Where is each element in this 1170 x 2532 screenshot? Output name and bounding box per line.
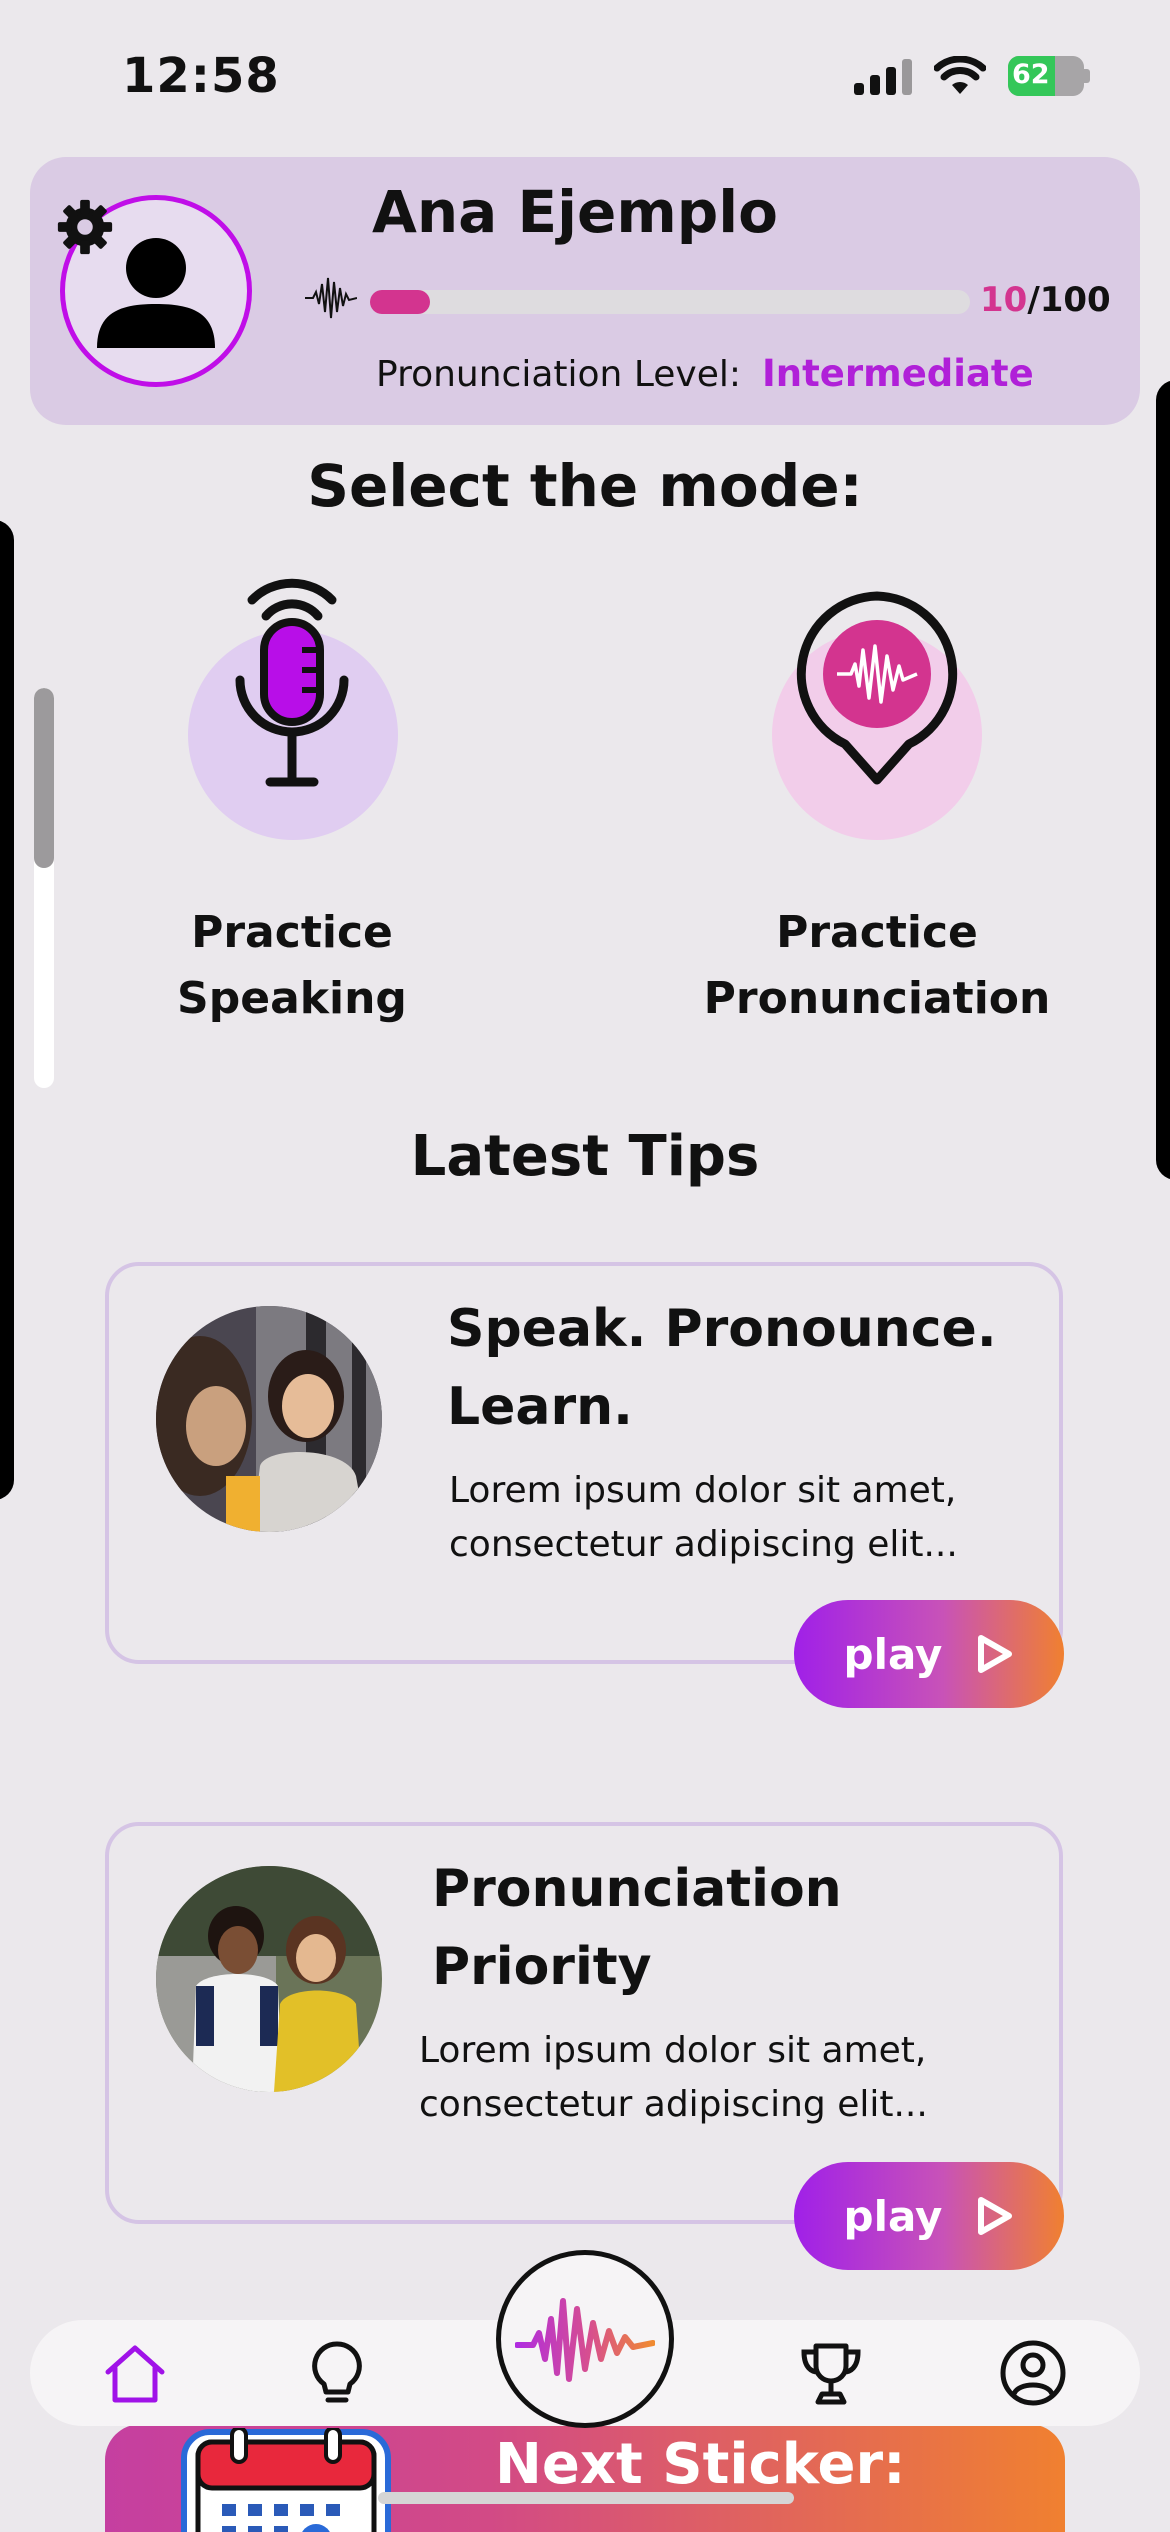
play-label: play xyxy=(843,2191,943,2241)
settings-gear-icon[interactable] xyxy=(54,196,116,258)
status-time: 12:58 xyxy=(122,48,280,104)
tips-section-title: Latest Tips xyxy=(410,1124,760,1189)
next-sticker-label: Next Sticker: xyxy=(495,2432,906,2497)
pronunciation-level-label: Pronunciation Level: xyxy=(376,354,741,395)
calendar-sticker-icon xyxy=(181,2428,391,2532)
vertical-scrollbar[interactable] xyxy=(34,688,54,1088)
tip-desc-line1: Lorem ipsum dolor sit amet, xyxy=(419,2030,927,2071)
trophy-icon[interactable] xyxy=(796,2338,866,2408)
home-icon[interactable] xyxy=(100,2338,170,2408)
mode-speaking-label-line1: Practice xyxy=(191,907,393,958)
tip-title-line2: Priority xyxy=(432,1937,652,1997)
status-indicators: 62 xyxy=(854,56,1090,96)
tip-title-line2: Learn. xyxy=(447,1377,633,1437)
tip-desc-line2: consectetur adipiscing elit... xyxy=(449,1524,958,1565)
cellular-signal-icon xyxy=(854,57,912,95)
left-edge-decoration xyxy=(0,520,14,1500)
battery-level: 62 xyxy=(1012,59,1050,90)
lightbulb-icon[interactable] xyxy=(302,2338,372,2408)
profile-icon[interactable] xyxy=(998,2338,1068,2408)
play-triangle-icon xyxy=(978,2197,1013,2235)
tip-desc-line1: Lorem ipsum dolor sit amet, xyxy=(449,1470,957,1511)
mode-section-title: Select the mode: xyxy=(307,452,863,520)
microphone-icon xyxy=(235,578,349,787)
speech-bubble-soundwave-icon xyxy=(796,591,958,785)
wifi-icon xyxy=(934,56,986,94)
pronunciation-progress-bar xyxy=(370,290,970,314)
battery-icon: 62 xyxy=(1008,56,1084,96)
pronunciation-level-value: Intermediate xyxy=(762,352,1034,395)
play-label: play xyxy=(843,1629,943,1679)
scrollbar-thumb[interactable] xyxy=(34,688,54,868)
tip-photo xyxy=(156,1306,382,1532)
progress-total: /100 xyxy=(1027,280,1111,320)
tip-photo xyxy=(156,1866,382,2092)
record-center-button[interactable] xyxy=(496,2250,674,2428)
progress-fill xyxy=(370,290,430,314)
play-button[interactable]: play xyxy=(794,2162,1064,2270)
mode-speaking-label-line2: Speaking xyxy=(177,973,407,1024)
tip-title-line1: Speak. Pronounce. xyxy=(447,1299,997,1359)
soundwave-small-icon xyxy=(305,277,357,319)
mode-pronunciation-label-line2: Pronunciation xyxy=(703,973,1051,1024)
soundwave-icon xyxy=(515,2298,655,2382)
mode-practice-pronunciation[interactable]: Practice Pronunciation xyxy=(697,570,1057,1030)
home-indicator xyxy=(378,2492,794,2504)
progress-current: 10 xyxy=(980,280,1028,320)
user-name: Ana Ejemplo xyxy=(372,178,779,246)
play-button[interactable]: play xyxy=(794,1600,1064,1708)
play-triangle-icon xyxy=(978,1635,1013,1673)
tip-desc-line2: consectetur adipiscing elit... xyxy=(419,2084,928,2125)
mode-pronunciation-label-line1: Practice xyxy=(776,907,978,958)
tip-title-line1: Pronunciation xyxy=(432,1859,842,1919)
mode-practice-speaking[interactable]: Practice Speaking xyxy=(112,570,472,1030)
progress-value: 10/100 xyxy=(980,280,1111,320)
